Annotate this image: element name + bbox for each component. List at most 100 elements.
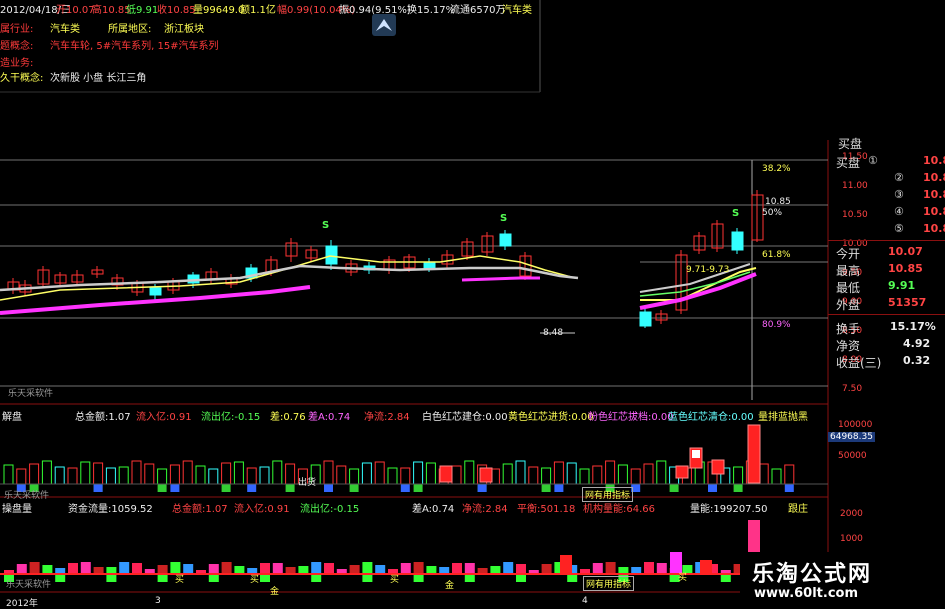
- volume-neg-bar: [784, 484, 794, 492]
- ind2-axis-label: 2000: [840, 509, 863, 519]
- stat-value: 10.07: [888, 245, 923, 258]
- volume-bar: [617, 464, 628, 485]
- flow-bar: [285, 567, 296, 574]
- bid-price: 10.8: [923, 154, 945, 167]
- bid-row[interactable]: ⑤ 10.8: [828, 222, 945, 238]
- flow-bar: [605, 562, 616, 574]
- volume-neg-bar: [541, 484, 551, 492]
- stat-row: 净资 4.92: [828, 337, 945, 353]
- bid-level: ⑤: [894, 222, 904, 235]
- stat-label: 今开: [836, 247, 861, 261]
- candle-body: [499, 233, 512, 247]
- ind2-inst: 机构量能:64.66: [583, 504, 655, 515]
- volume-bar: [272, 460, 283, 485]
- volume-bar: [3, 464, 14, 485]
- volume-bar: [118, 466, 129, 485]
- indicator1-name[interactable]: 解盘: [2, 408, 22, 423]
- volume-bar: [54, 466, 65, 485]
- volume-bar: [29, 463, 40, 485]
- flow-bar: [631, 567, 642, 574]
- volume-bar: [566, 462, 577, 485]
- buy-mark: 买: [678, 573, 688, 583]
- volume-bar: [67, 467, 78, 485]
- bid-row[interactable]: ② 10.8: [828, 171, 945, 187]
- volume-bar: [93, 462, 104, 485]
- bid-row[interactable]: ③ 10.8: [828, 188, 945, 204]
- bid-row[interactable]: 买盘 ① 10.8: [828, 154, 945, 170]
- volume-bar: [80, 461, 91, 485]
- volume-bar: [592, 465, 603, 485]
- volume-bar: [221, 462, 232, 485]
- stat-value: 4.92: [903, 337, 931, 350]
- volume-bar: [195, 465, 206, 485]
- flow-bar: [260, 563, 270, 574]
- stat-value: 51357: [888, 296, 927, 309]
- bid-level: ①: [868, 154, 878, 167]
- flow-bar: [426, 566, 437, 574]
- flow-neg-bar: [567, 574, 578, 582]
- volume-bar: [541, 467, 552, 485]
- volume-bar: [605, 460, 616, 485]
- ind2-axis-label: 1000: [840, 534, 863, 544]
- flow-bar: [375, 565, 386, 574]
- flow-bar: [618, 567, 629, 574]
- bid-row[interactable]: ④ 10.8: [828, 205, 945, 221]
- stat-row: 外盘 51357: [828, 296, 945, 312]
- volume-bar-cap: [692, 450, 700, 458]
- flow-bar: [221, 562, 232, 574]
- ind1-pink: 粉色红芯拔档:0.00: [588, 412, 674, 423]
- volume-bar: [323, 460, 334, 485]
- bid-level: ③: [894, 188, 904, 201]
- fib-50-label: 50%: [762, 208, 783, 218]
- volume-neg-bar: [157, 484, 167, 492]
- flow-neg-bar: [208, 574, 219, 582]
- flow-neg-bar: [260, 574, 270, 582]
- volume-bar: [336, 465, 347, 485]
- sell-signal-mark: S: [500, 213, 508, 224]
- order-book-panel: 买盘 买盘 ① 10.8 ② 10.8 ③ 10.8 ④ 10.8 ⑤ 10.8…: [828, 137, 945, 400]
- volume-bar: [144, 463, 155, 485]
- flow-bar: [106, 567, 117, 574]
- bid-price: 10.8: [923, 171, 945, 184]
- volume-bar: [169, 464, 180, 485]
- volume-bar: [349, 468, 360, 485]
- flow-bar: [503, 562, 514, 574]
- stat-value: 10.85: [888, 262, 923, 275]
- flow-bar-highlight: [560, 555, 572, 574]
- ind2-trail: 跟庄: [788, 504, 808, 515]
- ind1-axis-label: 100000: [838, 420, 873, 430]
- volume-neg-bar: [170, 484, 180, 492]
- fib-38-label: 38.2%: [762, 164, 791, 174]
- ma20-line: [461, 276, 540, 282]
- volume-neg-bar: [221, 484, 231, 492]
- volume-bar: [425, 462, 436, 485]
- stat-row: 今开 10.07: [828, 245, 945, 261]
- volume-neg-bar: [708, 484, 717, 492]
- flow-bar: [298, 566, 309, 574]
- bid-label: 买盘: [836, 156, 861, 170]
- volume-bar: [733, 466, 744, 485]
- flow-neg-bar: [413, 574, 424, 582]
- volume-bar: [387, 467, 398, 485]
- site-watermark: 乐淘公式网 www.60lt.com: [740, 552, 945, 609]
- stat-value: 15.17%: [890, 320, 936, 333]
- indicator2-header: 操盘量 资金流量:1059.52 总金额:1.07 流入亿:0.91 流出亿:-…: [0, 500, 830, 515]
- volume-bar: [374, 461, 385, 485]
- flow-bar: [29, 562, 40, 574]
- flow-neg-bar: [516, 574, 526, 582]
- flow-bar: [656, 563, 667, 574]
- ind2-footer-tag[interactable]: 网有用指标: [583, 576, 635, 591]
- indicator2-name[interactable]: 操盘量: [2, 500, 32, 515]
- volume-bar: [131, 460, 142, 485]
- kline-chart-canvas[interactable]: [0, 0, 945, 609]
- volume-neg-bar: [400, 484, 410, 492]
- ind2-avg: 平衡:501.18: [517, 504, 576, 515]
- volume-bar: [630, 468, 641, 485]
- sell-signal-mark: S: [732, 208, 740, 219]
- fib-618-label: 61.8%: [762, 250, 791, 260]
- mid-range-label: 9.71-9.73: [686, 265, 730, 275]
- volume-bar: [361, 462, 372, 485]
- ind1-outflow: 流出亿:-0.15: [201, 412, 261, 423]
- gold-mark: 金: [445, 581, 455, 591]
- sell-signal-mark: S: [322, 220, 330, 231]
